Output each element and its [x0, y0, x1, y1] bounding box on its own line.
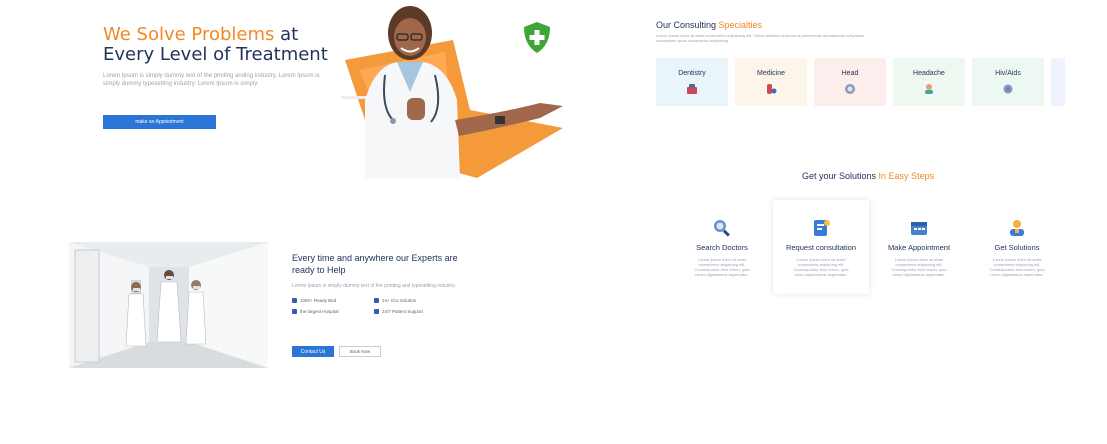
specialty-card-dentistry[interactable]: Dentistry — [656, 58, 728, 106]
steps-title-main: Get your Solutions — [802, 171, 879, 181]
specialty-label: Headache — [913, 70, 945, 77]
specialties-description: Lorem ipsum dolor sit amet consectetur a… — [656, 33, 865, 43]
step-request-consultation[interactable]: Request consultation Lorem ipsum dolor s… — [773, 200, 869, 294]
doctor-solution-icon — [1010, 220, 1024, 236]
feature-item: 24+ ICU Solution — [374, 298, 416, 303]
steps-title: Get your Solutions In Easy Steps — [802, 171, 934, 181]
step-make-appointment[interactable]: Make Appointment Lorem ipsum dolor sit a… — [871, 200, 967, 294]
book-now-button[interactable]: Book Now — [339, 346, 381, 357]
step-description: Lorem ipsum dolor sit amet consectetur a… — [891, 257, 947, 277]
specialty-label: Hiv/Aids — [995, 70, 1021, 77]
checkbox-icon — [292, 309, 297, 314]
contact-us-button[interactable]: Contact Us — [292, 346, 334, 357]
specialty-card-partial[interactable] — [1051, 58, 1065, 106]
feature-label: 24/7 Patient Support — [382, 309, 424, 314]
hero-title-accent: We Solve Problems — [103, 24, 275, 45]
specialties-title: Our Consulting Specialties — [656, 20, 762, 30]
feature-item: the largest Hospital — [292, 309, 339, 314]
specialty-label: Dentistry — [678, 70, 706, 77]
headache-icon — [925, 84, 933, 94]
experts-description: Lorem Ipsum is simply dummy text of the … — [292, 283, 456, 289]
step-description: Lorem ipsum dolor sit amet consectetur a… — [694, 257, 750, 277]
step-search-doctors[interactable]: Search Doctors Lorem ipsum dolor sit ame… — [674, 200, 770, 294]
checkbox-icon — [374, 309, 379, 314]
specialty-label: Medicine — [756, 70, 785, 77]
calendar-icon — [911, 222, 927, 235]
specialties-title-accent: Specialties — [718, 20, 763, 30]
specialty-card-head[interactable]: Head — [814, 58, 886, 106]
steps-title-accent: In Easy Steps — [878, 171, 935, 181]
dentistry-icon — [687, 84, 697, 94]
step-label: Request consultation — [785, 243, 857, 252]
hero-title: We Solve Problems at Every Level of Trea… — [103, 25, 343, 65]
step-label: Make Appointment — [887, 243, 951, 252]
step-label: Get Solutions — [994, 243, 1040, 252]
feature-item: 24/7 Patient Support — [374, 309, 423, 314]
checkbox-icon — [292, 298, 297, 303]
hiv-aids-icon — [1003, 84, 1013, 94]
specialty-card-medicine[interactable]: Medicine — [735, 58, 807, 106]
experts-title: Every time and anywhere our Experts are … — [292, 253, 458, 275]
step-get-solutions[interactable]: Get Solutions Lorem ipsum dolor sit amet… — [969, 200, 1065, 294]
step-label: Search Doctors — [696, 243, 748, 252]
request-consultation-icon — [814, 220, 830, 236]
specialty-card-headache[interactable]: Headache — [893, 58, 965, 106]
specialties-title-main: Our Consulting — [656, 20, 719, 30]
step-description: Lorem ipsum dolor sit amet consectetur a… — [989, 257, 1045, 277]
head-icon — [845, 84, 855, 94]
step-description: Lorem ipsum dolor sit amet consectetur a… — [793, 257, 849, 277]
hospital-corridor-image — [69, 242, 268, 368]
feature-item: 1000+ Ready Bed — [292, 298, 336, 303]
feature-label: 24+ ICU Solution — [382, 298, 417, 303]
specialty-label: Head — [841, 70, 859, 77]
make-appointment-button[interactable]: make an Appointment — [103, 115, 216, 129]
hero-description: Lorem Ipsum is simply dummy text of the … — [103, 73, 320, 87]
search-doctor-icon — [714, 220, 730, 237]
checkbox-icon — [374, 298, 379, 303]
specialty-card-hiv-aids[interactable]: Hiv/Aids — [972, 58, 1044, 106]
feature-label: 1000+ Ready Bed — [300, 298, 337, 303]
shield-plus-icon — [524, 22, 550, 53]
feature-label: the largest Hospital — [300, 309, 339, 314]
medicine-icon — [767, 84, 777, 94]
